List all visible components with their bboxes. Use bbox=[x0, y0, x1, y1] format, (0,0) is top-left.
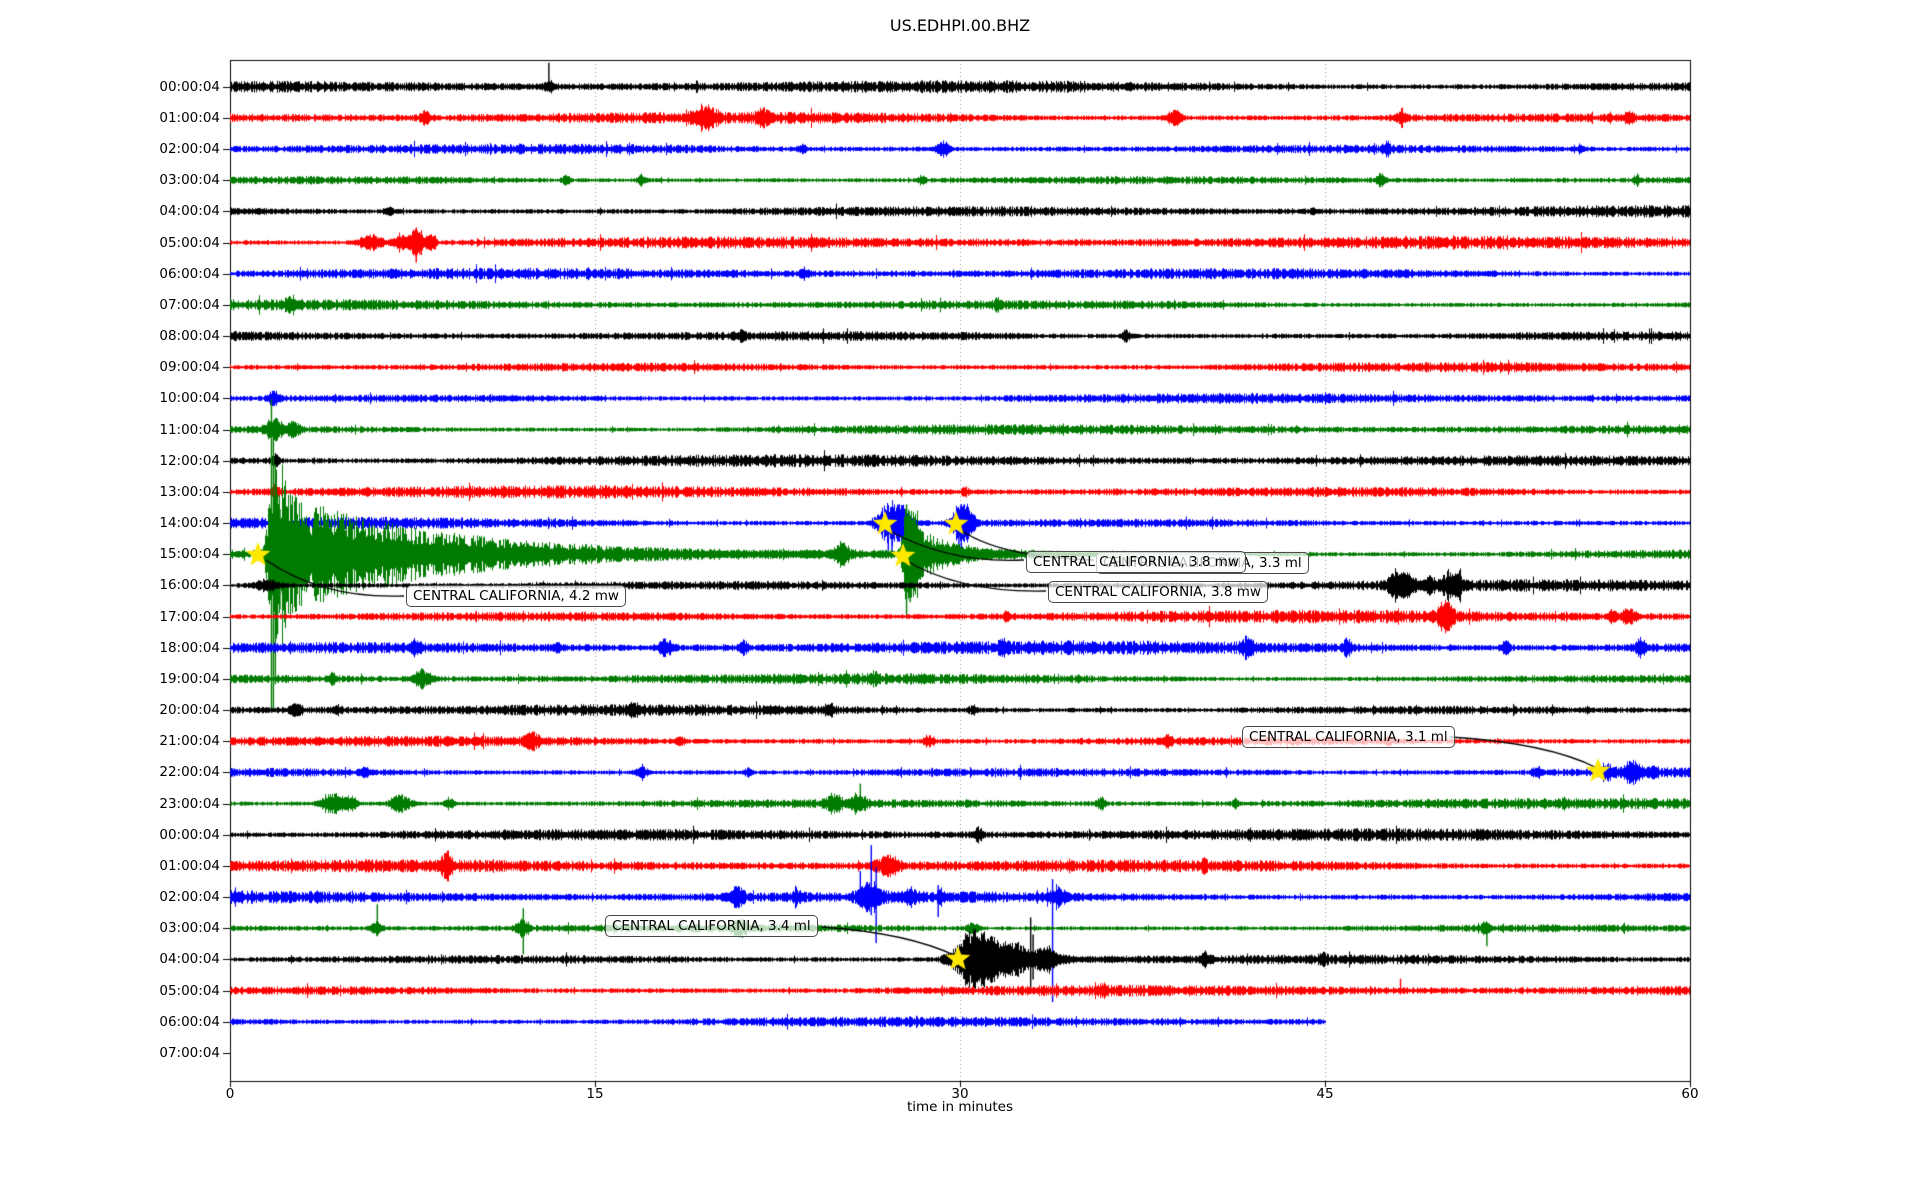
event-annotation: CENTRAL CALIFORNIA, 4.2 mw bbox=[406, 585, 626, 607]
y-tick-label: 00:00:04 bbox=[0, 79, 220, 95]
y-tick-label: 02:00:04 bbox=[0, 889, 220, 905]
y-tick-label: 05:00:04 bbox=[0, 983, 220, 999]
y-tick-label: 15:00:04 bbox=[0, 546, 220, 562]
y-tick-label: 20:00:04 bbox=[0, 702, 220, 718]
y-tick-label: 02:00:04 bbox=[0, 141, 220, 157]
y-tick-label: 21:00:04 bbox=[0, 733, 220, 749]
y-tick-label: 14:00:04 bbox=[0, 515, 220, 531]
y-tick-label: 23:00:04 bbox=[0, 796, 220, 812]
seismogram-figure: US.EDHPI.00.BHZ time in minutes 00:00:04… bbox=[0, 0, 1920, 1200]
event-annotation: CENTRAL CALIFORNIA, 3.4 ml bbox=[605, 915, 818, 937]
y-tick-label: 06:00:04 bbox=[0, 1014, 220, 1030]
event-annotation: CENTRAL CALIFORNIA, 3.1 ml bbox=[1242, 726, 1455, 748]
y-tick-label: 04:00:04 bbox=[0, 951, 220, 967]
x-tick-label: 0 bbox=[200, 1086, 260, 1102]
y-tick-label: 22:00:04 bbox=[0, 764, 220, 780]
y-tick-label: 04:00:04 bbox=[0, 203, 220, 219]
y-tick-label: 06:00:04 bbox=[0, 266, 220, 282]
event-annotation: CENTRAL CALIFORNIA, 3.8 mw bbox=[1048, 581, 1268, 603]
y-tick-label: 10:00:04 bbox=[0, 390, 220, 406]
x-tick-label: 45 bbox=[1295, 1086, 1355, 1102]
x-tick-label: 60 bbox=[1660, 1086, 1720, 1102]
y-tick-label: 13:00:04 bbox=[0, 484, 220, 500]
plot-title: US.EDHPI.00.BHZ bbox=[0, 16, 1920, 35]
seismogram-canvas bbox=[0, 0, 1920, 1200]
x-tick-label: 30 bbox=[930, 1086, 990, 1102]
y-tick-label: 12:00:04 bbox=[0, 453, 220, 469]
y-tick-label: 00:00:04 bbox=[0, 827, 220, 843]
y-tick-label: 03:00:04 bbox=[0, 172, 220, 188]
event-annotation: CENTRAL CALIFORNIA, 3.8 mw bbox=[1026, 551, 1246, 573]
y-tick-label: 01:00:04 bbox=[0, 110, 220, 126]
y-tick-label: 18:00:04 bbox=[0, 640, 220, 656]
y-tick-label: 07:00:04 bbox=[0, 297, 220, 313]
y-tick-label: 05:00:04 bbox=[0, 235, 220, 251]
y-tick-label: 07:00:04 bbox=[0, 1045, 220, 1061]
y-tick-label: 03:00:04 bbox=[0, 920, 220, 936]
y-tick-label: 01:00:04 bbox=[0, 858, 220, 874]
y-tick-label: 16:00:04 bbox=[0, 577, 220, 593]
y-tick-label: 09:00:04 bbox=[0, 359, 220, 375]
y-tick-label: 08:00:04 bbox=[0, 328, 220, 344]
x-tick-label: 15 bbox=[565, 1086, 625, 1102]
y-tick-label: 11:00:04 bbox=[0, 422, 220, 438]
y-tick-label: 19:00:04 bbox=[0, 671, 220, 687]
y-tick-label: 17:00:04 bbox=[0, 609, 220, 625]
